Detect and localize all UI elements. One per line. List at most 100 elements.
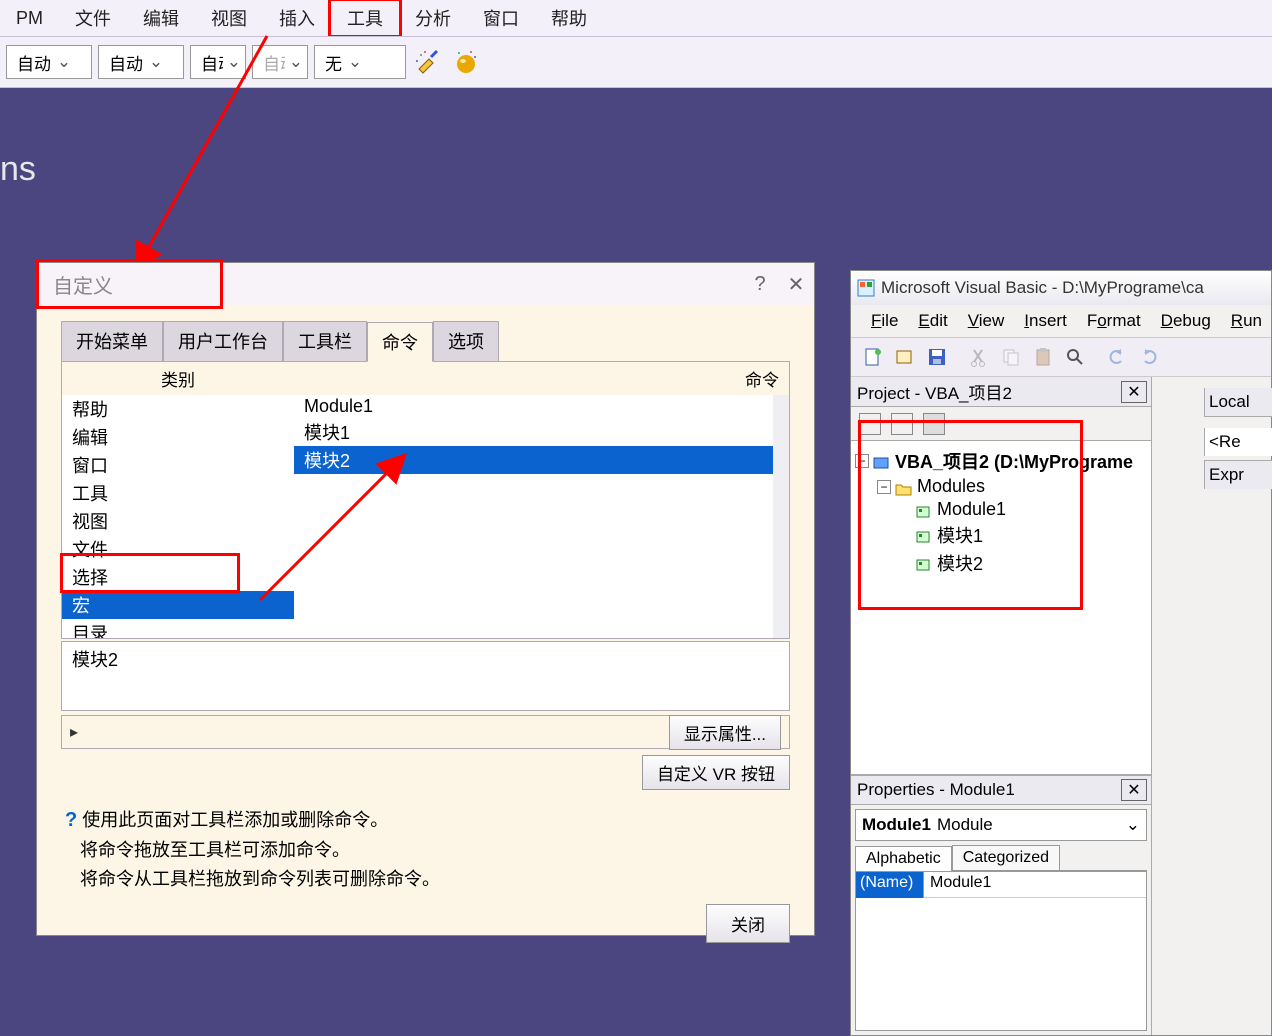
command-item-module2[interactable]: 模块2 <box>294 446 789 474</box>
category-item[interactable]: 视图 <box>62 507 294 535</box>
category-item[interactable]: 目录 <box>62 619 294 638</box>
brush-icon[interactable] <box>412 46 444 78</box>
project-panel-header: Project - VBA_项目2 ✕ <box>851 377 1151 407</box>
properties-grid[interactable]: (Name) Module1 <box>855 871 1147 1031</box>
combo-1-label: 自动 <box>17 50 51 75</box>
cut-icon[interactable] <box>965 343 993 371</box>
combo-5[interactable]: 无 ⌄ <box>314 45 406 79</box>
vbe-menu-debug[interactable]: Debug <box>1151 309 1221 333</box>
new-icon[interactable] <box>859 343 887 371</box>
category-item[interactable]: 工具 <box>62 479 294 507</box>
category-item[interactable]: 选择 <box>62 563 294 591</box>
customize-vr-button[interactable]: 自定义 VR 按钮 <box>642 755 790 790</box>
combo-2[interactable]: 自动 ⌄ <box>98 45 184 79</box>
sphere-icon[interactable] <box>450 46 482 78</box>
scrollbar[interactable] <box>773 395 789 638</box>
vbe-menu-insert[interactable]: Insert <box>1014 309 1077 333</box>
insert-module-icon[interactable] <box>891 343 919 371</box>
view-code-icon[interactable] <box>859 413 881 435</box>
view-object-icon[interactable] <box>891 413 913 435</box>
tree-collapse-icon[interactable]: − <box>855 454 869 468</box>
command-item[interactable]: Module1 <box>294 395 789 418</box>
dialog-close-button[interactable]: ✕ <box>778 272 814 297</box>
dialog-tabs: 开始菜单 用户工作台 工具栏 命令 选项 <box>61 321 814 361</box>
app-menubar: PM 文件 编辑 视图 插入 工具 分析 窗口 帮助 <box>0 0 1272 36</box>
prop-combo-bold: Module1 <box>862 815 931 835</box>
find-icon[interactable] <box>1061 343 1089 371</box>
combo-3[interactable]: 自动 ⌄ <box>190 45 246 79</box>
vbe-menu-run[interactable]: Run <box>1221 309 1272 333</box>
vbe-menu-format[interactable]: Format <box>1077 309 1151 333</box>
category-item-macro[interactable]: 宏 <box>62 591 294 619</box>
expression-header-stub: Expr <box>1204 460 1272 489</box>
question-icon: ? <box>65 809 77 831</box>
copy-icon[interactable] <box>997 343 1025 371</box>
combo-2-label: 自动 <box>109 50 143 75</box>
chevron-down-icon: ⌄ <box>147 52 165 72</box>
vbe-menu-edit[interactable]: Edit <box>908 309 957 333</box>
menu-pm[interactable]: PM <box>0 4 59 33</box>
lists-container: 帮助 编辑 窗口 工具 视图 文件 选择 宏 目录 所有命令 Module1 模… <box>61 395 790 639</box>
category-item[interactable]: 窗口 <box>62 451 294 479</box>
folder-icon <box>895 480 913 494</box>
menu-analysis[interactable]: 分析 <box>399 1 467 35</box>
toggle-folders-icon[interactable] <box>923 413 945 435</box>
properties-tabs: Alphabetic Categorized <box>855 845 1147 871</box>
tab-start-menu[interactable]: 开始菜单 <box>61 321 163 361</box>
tree-module-item[interactable]: 模块1 <box>937 522 983 548</box>
combo-4: 自动 ⌄ <box>252 45 308 79</box>
prop-tab-alphabetic[interactable]: Alphabetic <box>855 846 952 871</box>
tree-module-item[interactable]: Module1 <box>937 499 1006 520</box>
category-item[interactable]: 编辑 <box>62 423 294 451</box>
menu-view[interactable]: 视图 <box>195 1 263 35</box>
tree-folder-label[interactable]: Modules <box>917 476 985 497</box>
category-item[interactable]: 文件 <box>62 535 294 563</box>
menu-window[interactable]: 窗口 <box>467 1 535 35</box>
prop-tab-categorized[interactable]: Categorized <box>952 845 1060 870</box>
tab-options[interactable]: 选项 <box>433 321 499 361</box>
tab-toolbar[interactable]: 工具栏 <box>283 321 367 361</box>
close-button[interactable]: 关闭 <box>706 904 790 943</box>
description-box: 模块2 <box>61 641 790 711</box>
tree-module-item[interactable]: 模块2 <box>937 550 983 576</box>
property-name-key[interactable]: (Name) <box>856 872 924 898</box>
vbe-menu-file[interactable]: File <box>861 309 908 333</box>
tree-collapse-icon[interactable]: − <box>877 480 891 494</box>
command-item[interactable]: 模块1 <box>294 418 789 446</box>
vbe-title: Microsoft Visual Basic - D:\MyPrograme\c… <box>881 278 1204 298</box>
locals-ready-stub: <Re <box>1204 428 1272 456</box>
vb-icon <box>857 279 875 297</box>
chevron-down-icon: ⌄ <box>55 52 73 72</box>
menu-edit[interactable]: 编辑 <box>127 1 195 35</box>
menu-insert[interactable]: 插入 <box>263 1 331 35</box>
tab-commands[interactable]: 命令 <box>367 322 433 362</box>
combo-1[interactable]: 自动 ⌄ <box>6 45 92 79</box>
vbe-menu-view[interactable]: View <box>958 309 1015 333</box>
arrow-right-icon[interactable]: ▸ <box>70 722 78 742</box>
paste-icon[interactable] <box>1029 343 1057 371</box>
properties-object-combo[interactable]: Module1 Module ⌄ <box>855 809 1147 841</box>
dialog-help-button[interactable]: ? <box>742 273 778 296</box>
redo-icon[interactable] <box>1135 343 1163 371</box>
list-headers: 类别 命令 <box>61 361 790 395</box>
show-properties-button[interactable]: 显示属性... <box>669 715 781 750</box>
menu-file[interactable]: 文件 <box>59 1 127 35</box>
tree-root-label[interactable]: VBA_项目2 (D:\MyPrograme <box>895 448 1133 474</box>
command-list[interactable]: Module1 模块1 模块2 <box>294 395 789 638</box>
app-toolbar: 自动 ⌄ 自动 ⌄ 自动 ⌄ 自动 ⌄ 无 ⌄ <box>0 36 1272 88</box>
project-close-button[interactable]: ✕ <box>1121 381 1147 403</box>
property-name-value[interactable]: Module1 <box>924 872 1146 898</box>
properties-panel-header: Properties - Module1 ✕ <box>851 775 1151 805</box>
category-list[interactable]: 帮助 编辑 窗口 工具 视图 文件 选择 宏 目录 所有命令 <box>62 395 294 638</box>
undo-icon[interactable] <box>1103 343 1131 371</box>
dialog-title: 自定义 <box>53 270 113 299</box>
save-icon[interactable] <box>923 343 951 371</box>
menu-tools[interactable]: 工具 <box>331 1 399 35</box>
properties-close-button[interactable]: ✕ <box>1121 779 1147 801</box>
combo-3-label: 自动 <box>201 50 223 75</box>
category-item[interactable]: 帮助 <box>62 395 294 423</box>
tab-user-workbench[interactable]: 用户工作台 <box>163 321 283 361</box>
module-icon <box>915 528 933 542</box>
project-tree[interactable]: − VBA_项目2 (D:\MyPrograme − Modules Modul… <box>851 441 1151 775</box>
menu-help[interactable]: 帮助 <box>535 1 603 35</box>
